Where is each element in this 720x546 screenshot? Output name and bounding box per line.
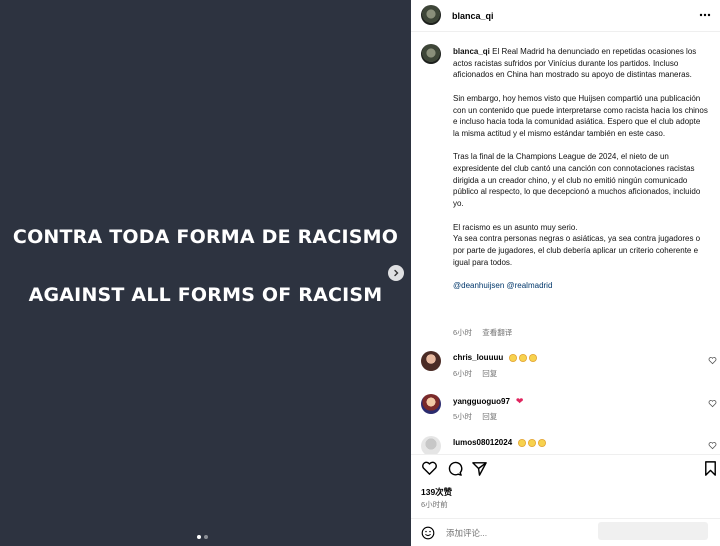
heart-outline-icon[interactable]: [708, 441, 717, 450]
caption-avatar[interactable]: [421, 44, 441, 64]
caption-mentions[interactable]: @deanhuijsen @realmadrid: [453, 280, 708, 292]
comment-time: 6小时: [453, 369, 473, 378]
carousel-dot: [204, 535, 208, 539]
comment-text: chris_louuuu: [453, 353, 539, 362]
comment-avatar[interactable]: [421, 436, 441, 454]
comment-item: chris_louuuu 6小时 回复: [411, 351, 720, 391]
post-time: 6小时前: [421, 500, 448, 509]
heart-outline-icon[interactable]: [708, 356, 717, 365]
caption-paragraph-1: El Real Madrid ha denunciado en repetida…: [453, 47, 697, 80]
caption-paragraph-2: Sin embargo, hoy hemos visto que Huijsen…: [453, 93, 708, 138]
author-username[interactable]: blanca_qi: [452, 11, 494, 21]
post-header: blanca_qi: [411, 0, 720, 32]
post-caption: blanca_qi El Real Madrid ha denunciado e…: [453, 46, 708, 292]
heart-outline-icon[interactable]: [708, 399, 717, 408]
post-panel: blanca_qi blanca_qi El Real Madrid ha de…: [411, 0, 720, 546]
reply-button[interactable]: 回复: [482, 412, 497, 421]
share-send-icon[interactable]: [471, 460, 488, 477]
clap-emoji-icon: [529, 353, 538, 362]
next-slide-button[interactable]: [388, 265, 404, 281]
caption-username[interactable]: blanca_qi: [453, 47, 490, 56]
caption-paragraph-4: El racismo es un asunto muy serio. Ya se…: [453, 222, 701, 267]
watermark-overlay: [598, 522, 708, 540]
comment-username[interactable]: yangguoguo97: [453, 397, 510, 406]
clap-emoji-icon: [518, 438, 527, 447]
reply-button[interactable]: 回复: [482, 369, 497, 378]
comment-username[interactable]: chris_louuuu: [453, 353, 503, 362]
media-text-english: AGAINST ALL FORMS OF RACISM: [28, 284, 383, 306]
like-count[interactable]: 139次赞: [421, 486, 452, 498]
comment-time: 5小时: [453, 412, 473, 421]
comment-avatar[interactable]: [421, 394, 441, 414]
clap-emoji-icon: [538, 438, 547, 447]
caption-paragraph-3: Tras la final de la Champions League de …: [453, 152, 701, 209]
author-avatar[interactable]: [421, 5, 441, 25]
more-options-icon[interactable]: [698, 8, 712, 22]
clap-emoji-icon: [519, 353, 528, 362]
translate-link[interactable]: 查看翻译: [482, 328, 512, 337]
carousel-dot-active: [197, 535, 201, 539]
comment-avatar[interactable]: [421, 351, 441, 371]
bookmark-icon[interactable]: [702, 460, 719, 477]
media-text-spanish: CONTRA TODA FORMA DE RACISMO: [12, 226, 399, 248]
comment-text: lumos08012024: [453, 438, 548, 447]
emoji-picker-icon[interactable]: [421, 526, 435, 540]
clap-emoji-icon: [528, 438, 537, 447]
comment-text: yangguoguo97 ❤: [453, 396, 523, 407]
action-bar: [411, 454, 720, 480]
caption-meta: 6小时 查看翻译: [453, 327, 520, 338]
chevron-right-icon: [394, 269, 399, 277]
caption-time: 6小时: [453, 328, 473, 337]
carousel-dots: [197, 535, 208, 539]
comment-item: lumos08012024: [411, 436, 720, 454]
comment-username[interactable]: lumos08012024: [453, 438, 512, 447]
like-heart-icon[interactable]: [421, 460, 438, 477]
comment-meta: 6小时 回复: [453, 368, 505, 379]
heart-emoji-icon: ❤: [515, 396, 524, 406]
post-media[interactable]: CONTRA TODA FORMA DE RACISMO AGAINST ALL…: [0, 0, 411, 546]
clap-emoji-icon: [509, 353, 518, 362]
comment-item: yangguoguo97 ❤ 5小时 回复: [411, 394, 720, 434]
comment-bubble-icon[interactable]: [446, 460, 463, 477]
comment-meta: 5小时 回复: [453, 411, 505, 422]
